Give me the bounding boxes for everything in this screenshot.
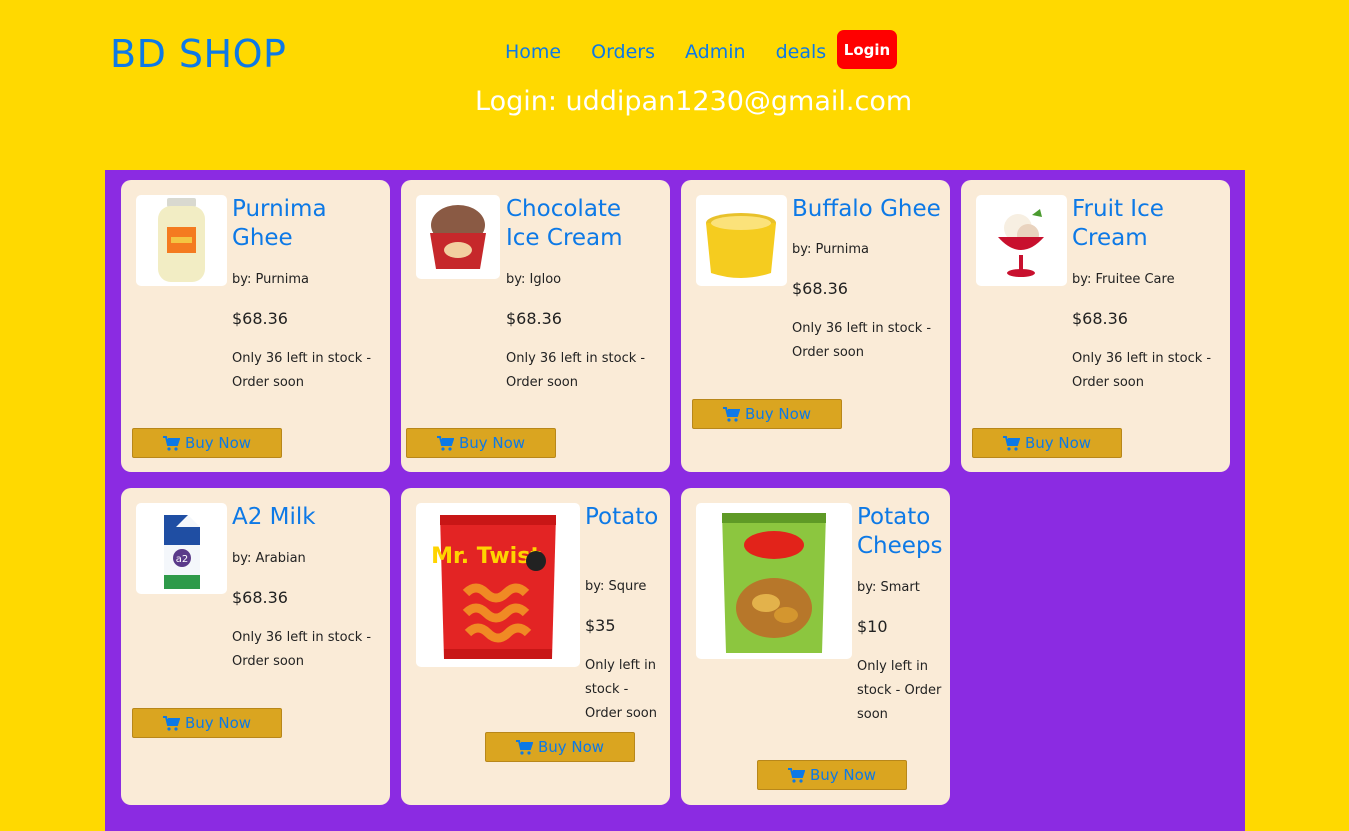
product-price: $68.36 xyxy=(1072,309,1128,328)
product-image xyxy=(136,195,227,286)
product-card: Potato Cheeps by: Smart $10 Only left in… xyxy=(681,488,950,805)
product-card: Purnima Ghee by: Purnima $68.36 Only 36 … xyxy=(121,180,390,472)
stock-note: Only left in stock - Order soon xyxy=(585,658,657,721)
product-image xyxy=(696,503,852,659)
cart-icon xyxy=(787,767,805,783)
product-brand: by: Fruitee Care xyxy=(1072,272,1175,287)
milk-carton-icon: a2 xyxy=(164,515,200,589)
login-button[interactable]: Login xyxy=(837,30,897,69)
buy-now-label: Buy Now xyxy=(1024,434,1092,452)
product-info: Potato Cheeps by: Smart $10 Only left in… xyxy=(857,503,943,727)
stock-note: Only 36 left in stock - Order soon xyxy=(506,351,646,390)
stock-note: Only 36 left in stock - Order soon xyxy=(792,321,932,360)
product-image xyxy=(976,195,1067,286)
header: BD SHOP Home Orders Admin deals Login Lo… xyxy=(0,0,1349,170)
nav-admin[interactable]: Admin xyxy=(670,38,761,66)
snack-pack-icon: Mr. Twist xyxy=(431,515,556,659)
cart-icon xyxy=(162,715,180,731)
stock-note: Only 36 left in stock - Order soon xyxy=(1072,351,1212,390)
mr-twist-label: Mr. Twist xyxy=(431,544,541,569)
product-brand: by: Squre xyxy=(585,579,647,594)
product-name[interactable]: Chocolate Ice Cream xyxy=(506,195,661,253)
product-image: a2 xyxy=(136,503,227,594)
product-brand: by: Smart xyxy=(857,580,920,595)
a2-label: a2 xyxy=(176,554,189,565)
product-image xyxy=(696,195,787,286)
buy-now-label: Buy Now xyxy=(744,405,812,423)
cart-icon xyxy=(162,435,180,451)
brand-logo[interactable]: BD SHOP xyxy=(110,32,286,76)
buy-now-label: Buy Now xyxy=(537,738,605,756)
product-name[interactable]: Purnima Ghee xyxy=(232,195,382,253)
chips-pack-icon xyxy=(722,513,826,653)
product-info: Buffalo Ghee by: Purnima $68.36 Only 36 … xyxy=(792,195,942,365)
buy-now-button[interactable]: Buy Now xyxy=(972,428,1122,458)
product-card: Fruit Ice Cream by: Fruitee Care $68.36 … xyxy=(961,180,1230,472)
cart-icon xyxy=(722,406,740,422)
buy-now-button[interactable]: Buy Now xyxy=(485,732,635,762)
sundae-glass-icon xyxy=(998,209,1044,277)
product-grid: Purnima Ghee by: Purnima $68.36 Only 36 … xyxy=(105,170,1245,831)
stock-note: Only 36 left in stock - Order soon xyxy=(232,351,372,390)
stock-note: Only 36 left in stock - Order soon xyxy=(232,630,372,669)
buy-now-label: Buy Now xyxy=(809,766,877,784)
buy-now-button[interactable]: Buy Now xyxy=(692,399,842,429)
buy-now-button[interactable]: Buy Now xyxy=(406,428,556,458)
product-brand: by: Arabian xyxy=(232,551,306,566)
product-info: A2 Milk by: Arabian $68.36 Only 36 left … xyxy=(232,503,382,674)
buy-now-label: Buy Now xyxy=(184,714,252,732)
product-card: Mr. Twist Potato by: Squre $35 Only left… xyxy=(401,488,670,805)
product-price: $68.36 xyxy=(792,279,848,298)
product-card: Buffalo Ghee by: Purnima $68.36 Only 36 … xyxy=(681,180,950,472)
nav-home[interactable]: Home xyxy=(490,38,576,66)
cart-icon xyxy=(1002,435,1020,451)
buy-now-button[interactable]: Buy Now xyxy=(757,760,907,790)
product-brand: by: Purnima xyxy=(792,242,869,257)
product-name[interactable]: Potato xyxy=(585,503,665,532)
product-name[interactable]: Potato Cheeps xyxy=(857,503,943,561)
product-price: $35 xyxy=(585,616,616,635)
product-info: Chocolate Ice Cream by: Igloo $68.36 Onl… xyxy=(506,195,661,395)
product-name[interactable]: Buffalo Ghee xyxy=(792,195,942,224)
product-price: $68.36 xyxy=(232,309,288,328)
product-brand: by: Purnima xyxy=(232,272,309,287)
product-name[interactable]: A2 Milk xyxy=(232,503,382,532)
buy-now-button[interactable]: Buy Now xyxy=(132,708,282,738)
buy-now-button[interactable]: Buy Now xyxy=(132,428,282,458)
ghee-bowl-icon xyxy=(706,213,776,278)
product-price: $10 xyxy=(857,617,888,636)
cart-icon xyxy=(515,739,533,755)
buy-now-label: Buy Now xyxy=(458,434,526,452)
nav-orders[interactable]: Orders xyxy=(576,38,670,66)
ice-cream-cup-icon xyxy=(430,205,486,269)
product-image xyxy=(416,195,500,279)
product-info: Fruit Ice Cream by: Fruitee Care $68.36 … xyxy=(1072,195,1222,395)
product-price: $68.36 xyxy=(232,588,288,607)
product-name[interactable]: Fruit Ice Cream xyxy=(1072,195,1222,253)
product-brand: by: Igloo xyxy=(506,272,562,287)
nav-deals[interactable]: deals xyxy=(761,38,842,66)
product-price: $68.36 xyxy=(506,309,562,328)
logged-in-user: Login: uddipan1230@gmail.com xyxy=(475,86,913,117)
product-info: Potato by: Squre $35 Only left in stock … xyxy=(585,503,665,726)
main-nav: Home Orders Admin deals xyxy=(490,38,841,66)
product-image: Mr. Twist xyxy=(416,503,580,667)
product-card: Chocolate Ice Cream by: Igloo $68.36 Onl… xyxy=(401,180,670,472)
stock-note: Only left in stock - Order soon xyxy=(857,659,942,722)
product-info: Purnima Ghee by: Purnima $68.36 Only 36 … xyxy=(232,195,382,395)
cart-icon xyxy=(436,435,454,451)
product-card: a2 A2 Milk by: Arabian $68.36 Only 36 le… xyxy=(121,488,390,805)
ghee-jar-icon xyxy=(158,198,205,282)
buy-now-label: Buy Now xyxy=(184,434,252,452)
